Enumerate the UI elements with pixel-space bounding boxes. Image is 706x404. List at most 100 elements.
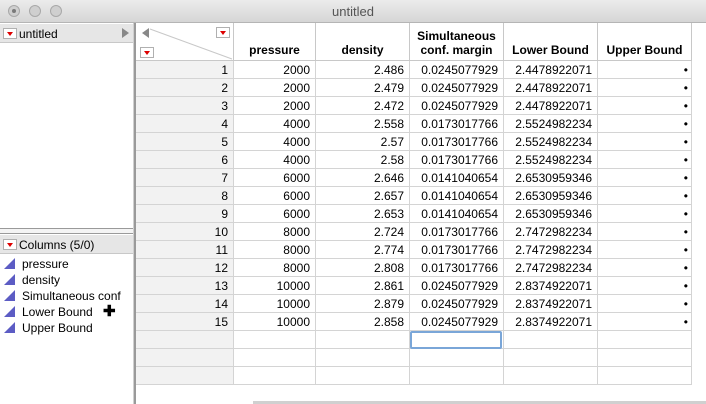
cell-simultaneous-conf-margin[interactable]: 0.0173017766 bbox=[410, 151, 504, 169]
cell-upper-bound[interactable]: • bbox=[598, 79, 692, 97]
row-number[interactable]: 6 bbox=[136, 151, 234, 169]
cell-upper-bound[interactable] bbox=[598, 331, 692, 349]
row-number[interactable]: 12 bbox=[136, 259, 234, 277]
column-header-lower-bound[interactable]: Lower Bound bbox=[504, 23, 598, 61]
table-row[interactable]: 8 6000 2.657 0.0141040654 2.6530959346 • bbox=[136, 187, 706, 205]
cell-lower-bound[interactable]: 2.4478922071 bbox=[504, 79, 598, 97]
cell-pressure[interactable] bbox=[234, 331, 316, 349]
cell-lower-bound[interactable]: 2.6530959346 bbox=[504, 187, 598, 205]
cell-pressure[interactable]: 4000 bbox=[234, 151, 316, 169]
cell-upper-bound[interactable] bbox=[598, 349, 692, 367]
cell-pressure[interactable]: 4000 bbox=[234, 115, 316, 133]
cell-density[interactable]: 2.724 bbox=[316, 223, 410, 241]
row-number[interactable]: 8 bbox=[136, 187, 234, 205]
column-item-pressure[interactable]: pressure bbox=[4, 256, 121, 272]
empty-row[interactable] bbox=[136, 367, 706, 385]
cell-density[interactable]: 2.774 bbox=[316, 241, 410, 259]
row-number[interactable] bbox=[136, 349, 234, 367]
cell-density[interactable] bbox=[316, 367, 410, 385]
table-row[interactable]: 9 6000 2.653 0.0141040654 2.6530959346 • bbox=[136, 205, 706, 223]
cell-pressure[interactable]: 10000 bbox=[234, 295, 316, 313]
cell-density[interactable] bbox=[316, 349, 410, 367]
cell-simultaneous-conf-margin[interactable]: 0.0245077929 bbox=[410, 313, 504, 331]
row-number[interactable]: 10 bbox=[136, 223, 234, 241]
cell-pressure[interactable]: 10000 bbox=[234, 277, 316, 295]
column-item-simultaneous-conf[interactable]: Simultaneous conf bbox=[4, 288, 121, 304]
expand-arrow-icon[interactable] bbox=[122, 28, 129, 38]
row-number[interactable] bbox=[136, 367, 234, 385]
cell-pressure[interactable] bbox=[234, 349, 316, 367]
cell-density[interactable]: 2.558 bbox=[316, 115, 410, 133]
table-row[interactable]: 15 10000 2.858 0.0245077929 2.8374922071 • bbox=[136, 313, 706, 331]
row-number[interactable]: 4 bbox=[136, 115, 234, 133]
cell-upper-bound[interactable]: • bbox=[598, 277, 692, 295]
cell-pressure[interactable]: 8000 bbox=[234, 241, 316, 259]
cell-lower-bound[interactable]: 2.6530959346 bbox=[504, 169, 598, 187]
cell-lower-bound[interactable]: 2.8374922071 bbox=[504, 277, 598, 295]
cell-pressure[interactable]: 2000 bbox=[234, 97, 316, 115]
empty-row[interactable] bbox=[136, 349, 706, 367]
cell-density[interactable]: 2.58 bbox=[316, 151, 410, 169]
cell-pressure[interactable]: 10000 bbox=[234, 313, 316, 331]
cell-pressure[interactable]: 2000 bbox=[234, 61, 316, 79]
row-number[interactable]: 9 bbox=[136, 205, 234, 223]
cell-upper-bound[interactable]: • bbox=[598, 151, 692, 169]
table-row[interactable]: 1 2000 2.486 0.0245077929 2.4478922071 • bbox=[136, 61, 706, 79]
cell-simultaneous-conf-margin[interactable]: 0.0173017766 bbox=[410, 223, 504, 241]
cell-simultaneous-conf-margin[interactable]: 0.0245077929 bbox=[410, 79, 504, 97]
cell-upper-bound[interactable]: • bbox=[598, 61, 692, 79]
cell-density[interactable]: 2.486 bbox=[316, 61, 410, 79]
row-number[interactable] bbox=[136, 331, 234, 349]
cell-upper-bound[interactable]: • bbox=[598, 241, 692, 259]
row-number[interactable]: 7 bbox=[136, 169, 234, 187]
cell-density[interactable]: 2.646 bbox=[316, 169, 410, 187]
table-row[interactable]: 14 10000 2.879 0.0245077929 2.8374922071 • bbox=[136, 295, 706, 313]
cell-density[interactable]: 2.479 bbox=[316, 79, 410, 97]
cell-simultaneous-conf-margin[interactable]: 0.0173017766 bbox=[410, 241, 504, 259]
cell-lower-bound[interactable]: 2.7472982234 bbox=[504, 241, 598, 259]
column-header-upper-bound[interactable]: Upper Bound bbox=[598, 23, 692, 61]
cell-lower-bound[interactable]: 2.8374922071 bbox=[504, 313, 598, 331]
cell-pressure[interactable]: 6000 bbox=[234, 169, 316, 187]
cell-density[interactable]: 2.858 bbox=[316, 313, 410, 331]
cell-pressure[interactable]: 6000 bbox=[234, 205, 316, 223]
cell-upper-bound[interactable]: • bbox=[598, 205, 692, 223]
cell-simultaneous-conf-margin[interactable] bbox=[410, 367, 504, 385]
row-number[interactable]: 1 bbox=[136, 61, 234, 79]
cell-upper-bound[interactable]: • bbox=[598, 295, 692, 313]
cell-lower-bound[interactable]: 2.8374922071 bbox=[504, 295, 598, 313]
cell-lower-bound[interactable]: 2.5524982234 bbox=[504, 133, 598, 151]
table-row[interactable]: 3 2000 2.472 0.0245077929 2.4478922071 • bbox=[136, 97, 706, 115]
cell-upper-bound[interactable]: • bbox=[598, 313, 692, 331]
row-number[interactable]: 11 bbox=[136, 241, 234, 259]
cell-upper-bound[interactable]: • bbox=[598, 97, 692, 115]
table-row[interactable]: 12 8000 2.808 0.0173017766 2.7472982234 • bbox=[136, 259, 706, 277]
row-number[interactable]: 14 bbox=[136, 295, 234, 313]
cell-density[interactable]: 2.57 bbox=[316, 133, 410, 151]
cell-simultaneous-conf-margin[interactable] bbox=[410, 349, 504, 367]
column-item-lower-bound[interactable]: Lower Bound ✚ bbox=[4, 304, 121, 320]
cell-lower-bound[interactable] bbox=[504, 331, 598, 349]
cell-lower-bound[interactable] bbox=[504, 367, 598, 385]
cell-lower-bound[interactable]: 2.6530959346 bbox=[504, 205, 598, 223]
cell-upper-bound[interactable]: • bbox=[598, 169, 692, 187]
cell-pressure[interactable]: 6000 bbox=[234, 187, 316, 205]
row-number[interactable]: 13 bbox=[136, 277, 234, 295]
cell-lower-bound[interactable]: 2.7472982234 bbox=[504, 223, 598, 241]
cell-lower-bound[interactable]: 2.4478922071 bbox=[504, 61, 598, 79]
cell-lower-bound[interactable]: 2.7472982234 bbox=[504, 259, 598, 277]
table-row[interactable]: 2 2000 2.479 0.0245077929 2.4478922071 • bbox=[136, 79, 706, 97]
row-number[interactable]: 2 bbox=[136, 79, 234, 97]
cell-density[interactable]: 2.653 bbox=[316, 205, 410, 223]
cell-simultaneous-conf-margin[interactable]: 0.0141040654 bbox=[410, 205, 504, 223]
row-number[interactable]: 5 bbox=[136, 133, 234, 151]
cell-pressure[interactable]: 2000 bbox=[234, 79, 316, 97]
cell-lower-bound[interactable]: 2.4478922071 bbox=[504, 97, 598, 115]
cell-upper-bound[interactable]: • bbox=[598, 259, 692, 277]
cell-lower-bound[interactable]: 2.5524982234 bbox=[504, 115, 598, 133]
table-row[interactable]: 5 4000 2.57 0.0173017766 2.5524982234 • bbox=[136, 133, 706, 151]
table-row[interactable]: 6 4000 2.58 0.0173017766 2.5524982234 • bbox=[136, 151, 706, 169]
cell-density[interactable]: 2.657 bbox=[316, 187, 410, 205]
row-number[interactable]: 15 bbox=[136, 313, 234, 331]
cell-upper-bound[interactable]: • bbox=[598, 187, 692, 205]
